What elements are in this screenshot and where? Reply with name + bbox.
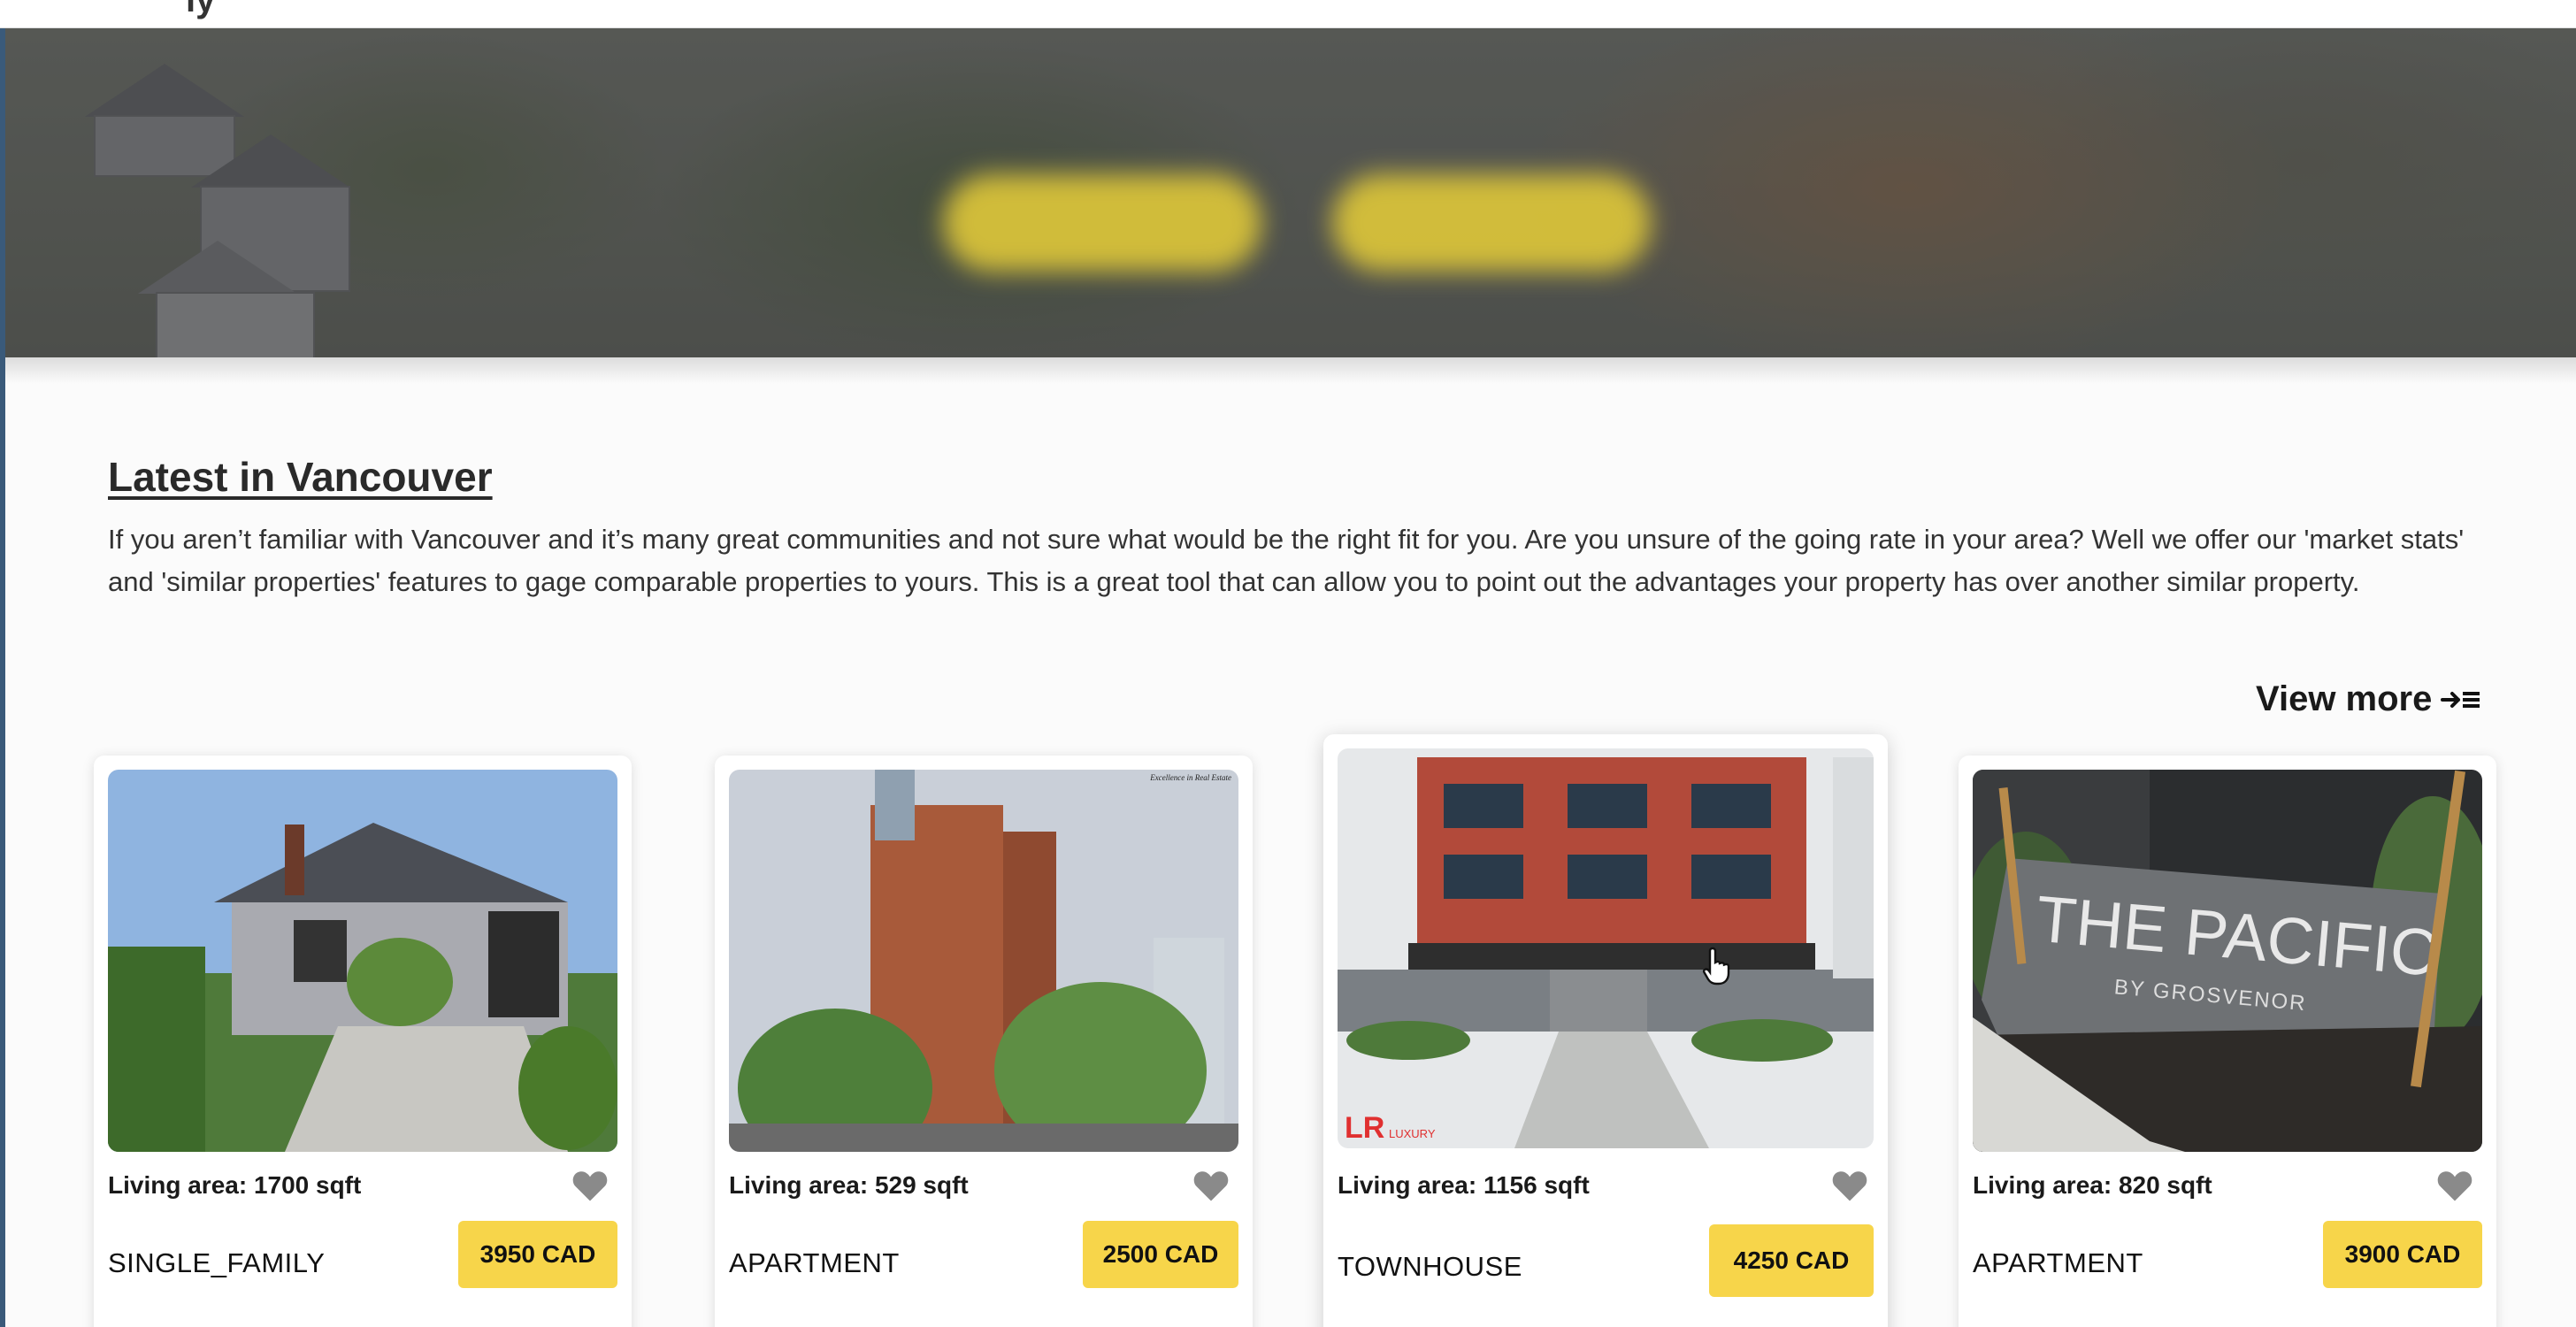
listing-photo[interactable]: Excellence in Real Estate (729, 770, 1238, 1152)
price-button[interactable]: 3900 CAD (2323, 1221, 2482, 1288)
favorite-heart-icon[interactable] (1831, 1168, 1868, 1203)
property-type: APARTMENT (729, 1247, 900, 1278)
favorite-heart-icon[interactable] (571, 1168, 609, 1203)
hero-banner (5, 28, 2576, 357)
hero-shadow (5, 357, 2576, 384)
listing-card[interactable]: THE PACIFIC BY GROSVENOR Living area: 82… (1959, 756, 2496, 1327)
listing-card[interactable]: Living area: 1700 sqft SINGLE_FAMILY 395… (94, 756, 632, 1327)
hero-overlay (5, 28, 2576, 357)
hero-primary-button[interactable] (943, 174, 1261, 272)
image-watermark: LUXURY (1389, 1127, 1436, 1140)
tower-photo-icon: Excellence in Real Estate (729, 770, 1238, 1152)
site-logo[interactable]: ly (186, 0, 215, 20)
view-more-label: View more (2256, 679, 2433, 718)
price-button[interactable]: 2500 CAD (1083, 1221, 1238, 1288)
house-photo-icon (108, 770, 617, 1152)
living-area: Living area: 820 sqft (1973, 1171, 2212, 1199)
townhouse-photo-icon: LR LUXURY (1338, 748, 1874, 1148)
listing-photo[interactable]: LR LUXURY (1338, 748, 1874, 1148)
image-watermark: LR (1345, 1111, 1384, 1145)
hand-cursor-icon (1702, 947, 1730, 986)
expand-list-icon (2441, 691, 2480, 708)
section-description: If you aren’t familiar with Vancouver an… (108, 524, 2465, 597)
section-title[interactable]: Latest in Vancouver (108, 453, 493, 501)
property-type: TOWNHOUSE (1338, 1251, 1522, 1282)
living-area: Living area: 529 sqft (729, 1171, 969, 1199)
living-area: Living area: 1700 sqft (108, 1171, 362, 1199)
listing-card[interactable]: Excellence in Real Estate Living area: 5… (715, 756, 1253, 1327)
favorite-heart-icon[interactable] (1192, 1168, 1230, 1203)
listing-card[interactable]: LR LUXURY Living area: 1156 sqft TOWNHOU… (1323, 734, 1888, 1327)
living-area: Living area: 1156 sqft (1338, 1171, 1590, 1199)
view-more-link[interactable]: View more (2256, 679, 2481, 719)
property-type: SINGLE_FAMILY (108, 1247, 326, 1278)
top-navbar: ly (0, 0, 2576, 28)
property-type: APARTMENT (1973, 1247, 2143, 1278)
hero-secondary-button[interactable] (1332, 174, 1651, 272)
price-button[interactable]: 4250 CAD (1709, 1224, 1874, 1297)
favorite-heart-icon[interactable] (2436, 1168, 2473, 1203)
image-watermark: Excellence in Real Estate (1149, 773, 1231, 782)
price-button[interactable]: 3950 CAD (458, 1221, 617, 1288)
page: ly Latest in Vancouver If you aren’t fam… (0, 0, 2576, 1327)
listing-photo[interactable] (108, 770, 617, 1152)
listing-photo[interactable]: THE PACIFIC BY GROSVENOR (1973, 770, 2482, 1152)
building-sign-photo-icon: THE PACIFIC BY GROSVENOR (1973, 770, 2482, 1152)
